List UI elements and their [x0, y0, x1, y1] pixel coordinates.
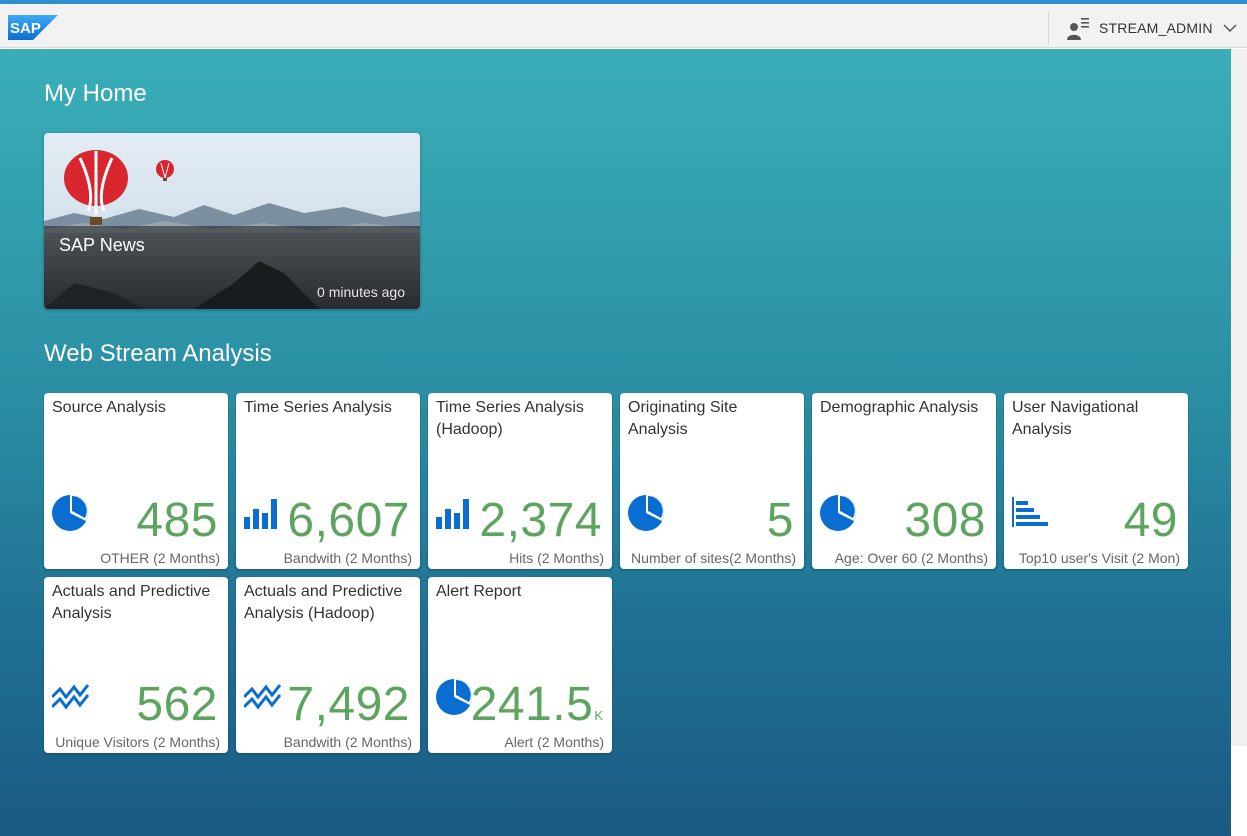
pie-chart-icon: [436, 679, 472, 715]
tile-subtitle: Alert (2 Months): [504, 734, 604, 750]
bar-chart-icon: [244, 499, 277, 529]
tile-title: Time Series Analysis: [244, 399, 392, 416]
user-menu[interactable]: STREAM_ADMIN: [1048, 11, 1247, 45]
tile-time-series-analysis-hadoop[interactable]: Time Series Analysis (Hadoop) 2,374 Hits…: [428, 393, 612, 569]
news-title: SAP News: [59, 235, 145, 255]
tile-subtitle: OTHER (2 Months): [100, 550, 220, 566]
tile-title: Alert Report: [436, 583, 522, 600]
tile-title: Demographic Analysis: [820, 399, 979, 416]
line-chart-icon: [244, 684, 282, 710]
pie-chart-icon: [820, 495, 856, 531]
tile-user-navigational-analysis[interactable]: User Navigational Analysis 49 Top10 user…: [1004, 393, 1188, 569]
tile-subtitle: Number of sites(2 Months): [631, 550, 796, 566]
user-menu-icon: [1067, 18, 1089, 40]
user-name: STREAM_ADMIN: [1099, 20, 1213, 36]
svg-text:SAP: SAP: [10, 20, 41, 37]
sap-logo[interactable]: SAP: [8, 15, 58, 40]
news-tile[interactable]: SAP News 0 minutes ago: [44, 133, 420, 309]
tile-title: Source Analysis: [52, 399, 166, 416]
shell-header: SAP STREAM_ADMIN: [0, 4, 1247, 48]
tile-title: User Navigational Analysis: [1012, 399, 1139, 438]
tile-title: Originating Site Analysis: [628, 399, 738, 438]
tile-originating-site-analysis[interactable]: Originating Site Analysis 5 Number of si…: [620, 393, 804, 569]
tile-subtitle: Hits (2 Months): [509, 550, 604, 566]
tile-subtitle: Top10 user's Visit (2 Mon): [1018, 550, 1180, 566]
tile-subtitle: Age: Over 60 (2 Months): [834, 550, 988, 566]
tile-subtitle: Unique Visitors (2 Months): [55, 734, 220, 750]
scrollbar[interactable]: [1231, 49, 1247, 746]
web-stream-title: Web Stream Analysis: [44, 340, 272, 367]
tile-subtitle: Bandwith (2 Months): [283, 550, 412, 566]
my-home-title: My Home: [44, 80, 147, 107]
tile-demographic-analysis[interactable]: Demographic Analysis 308 Age: Over 60 (2…: [812, 393, 996, 569]
tile-title: Actuals and Predictive Analysis (Hadoop): [244, 583, 403, 622]
tile-title: Time Series Analysis (Hadoop): [436, 399, 584, 438]
bar-chart-icon: [436, 499, 469, 529]
pie-chart-icon: [628, 495, 664, 531]
tile-actuals-predictive-analysis[interactable]: Actuals and Predictive Analysis 562 Uniq…: [44, 577, 228, 753]
pie-chart-icon: [52, 495, 88, 531]
tile-actuals-predictive-analysis-hadoop[interactable]: Actuals and Predictive Analysis (Hadoop)…: [236, 577, 420, 753]
tile-time-series-analysis[interactable]: Time Series Analysis 6,607 Bandwith (2 M…: [236, 393, 420, 569]
tile-source-analysis[interactable]: Source Analysis 485 OTHER (2 Months): [44, 393, 228, 569]
news-timestamp: 0 minutes ago: [317, 284, 405, 300]
tile-subtitle: Bandwith (2 Months): [283, 734, 412, 750]
line-chart-icon: [52, 684, 90, 710]
tile-alert-report[interactable]: Alert Report 241.5K Alert (2 Months): [428, 577, 612, 753]
tile-title: Actuals and Predictive Analysis: [52, 583, 211, 622]
chevron-down-icon: [1223, 24, 1237, 33]
horizontal-bar-chart-icon: [1012, 497, 1048, 527]
